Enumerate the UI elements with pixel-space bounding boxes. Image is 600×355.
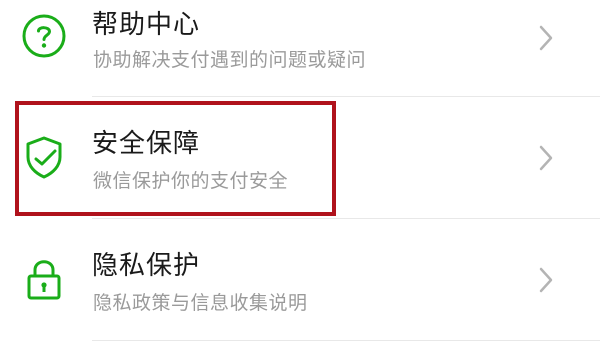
menu-item-subtitle: 微信保护你的支付安全 [93,170,289,192]
chevron-right-icon [536,24,556,52]
menu-item-security[interactable]: 安全保障 微信保护你的支付安全 [0,97,600,218]
wechat-pay-settings-list: 帮助中心 协助解决支付遇到的问题或疑问 安全保障 微信保护你的支付安全 隐私保护… [0,0,600,355]
divider [92,340,600,341]
lock-icon [20,255,68,303]
chevron-right-icon [536,144,556,172]
menu-item-privacy[interactable]: 隐私保护 隐私政策与信息收集说明 [0,219,600,340]
menu-item-title: 帮助中心 [92,10,201,40]
menu-item-subtitle: 隐私政策与信息收集说明 [93,292,308,314]
menu-item-subtitle: 协助解决支付遇到的问题或疑问 [93,49,367,71]
menu-item-title: 隐私保护 [92,251,201,281]
menu-item-help-center[interactable]: 帮助中心 协助解决支付遇到的问题或疑问 [0,0,600,96]
menu-item-title: 安全保障 [92,129,201,159]
shield-check-icon [20,133,68,181]
chevron-right-icon [536,266,556,294]
question-circle-icon [20,12,68,60]
